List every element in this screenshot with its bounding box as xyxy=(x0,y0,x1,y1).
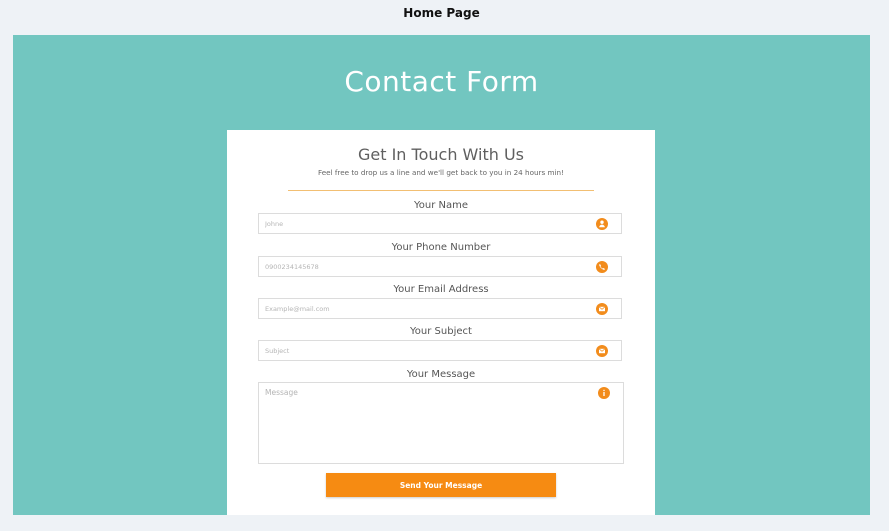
envelope-icon xyxy=(596,345,608,357)
email-label: Your Email Address xyxy=(393,284,489,295)
person-icon xyxy=(596,218,608,230)
name-input[interactable] xyxy=(265,214,585,233)
hero-section: Contact Form Get In Touch With Us Feel f… xyxy=(13,35,870,515)
subject-input[interactable] xyxy=(265,341,585,360)
card-subheading: Feel free to drop us a line and we'll ge… xyxy=(318,168,564,177)
message-field[interactable] xyxy=(258,382,624,464)
page-title: Home Page xyxy=(403,6,480,20)
name-label: Your Name xyxy=(413,200,469,211)
phone-field[interactable] xyxy=(258,256,622,277)
subject-label: Your Subject xyxy=(410,326,472,337)
phone-icon xyxy=(596,261,608,273)
email-field[interactable] xyxy=(258,298,622,319)
phone-input[interactable] xyxy=(265,257,585,276)
subject-field[interactable] xyxy=(258,340,622,361)
name-field[interactable] xyxy=(258,213,622,234)
contact-form-title: Contact Form xyxy=(344,65,539,98)
envelope-icon xyxy=(596,303,608,315)
info-icon xyxy=(598,387,610,399)
message-label: Your Message xyxy=(406,369,476,380)
phone-label: Your Phone Number xyxy=(391,242,491,253)
send-message-button[interactable]: Send Your Message xyxy=(326,473,556,497)
contact-card: Get In Touch With Us Feel free to drop u… xyxy=(227,130,655,515)
heading-divider xyxy=(288,190,594,191)
message-input[interactable] xyxy=(265,388,585,458)
email-input[interactable] xyxy=(265,299,585,318)
card-heading: Get In Touch With Us xyxy=(357,145,524,164)
